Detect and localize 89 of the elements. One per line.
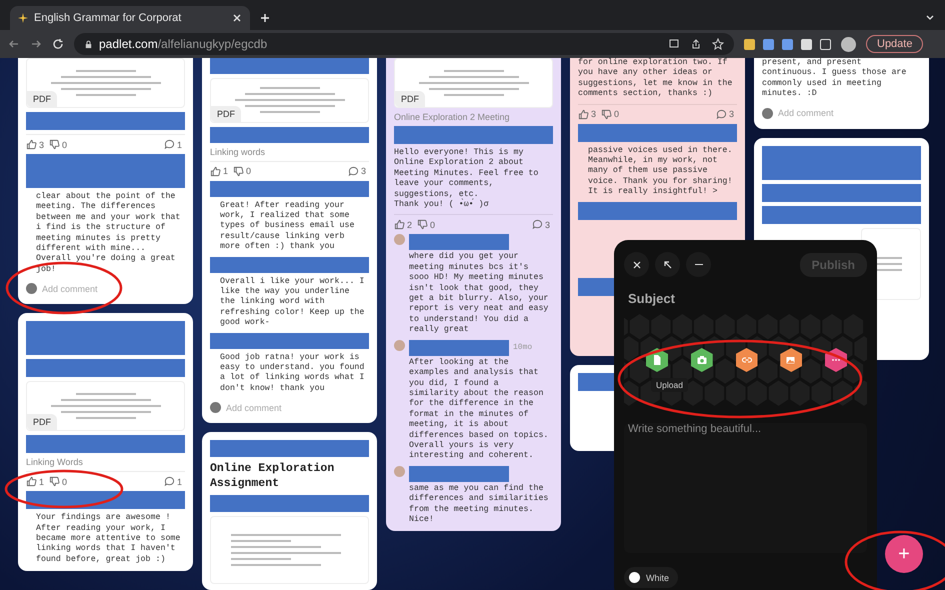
- upload-tooltip: Upload: [651, 378, 688, 392]
- like-count: 1: [39, 476, 44, 487]
- like-count: 2: [407, 220, 412, 230]
- comment-text: Great! After reading your work, I realized that some types of business email use result/cause linking verb more often :) thank you: [219, 200, 356, 253]
- document-thumbnail[interactable]: PDF: [26, 381, 185, 432]
- dislike-count: 0: [62, 140, 68, 150]
- subject-field[interactable]: Subject: [624, 291, 867, 306]
- minimize-icon: [694, 264, 702, 266]
- comment-icon[interactable]: [164, 476, 175, 488]
- bookmark-star-icon[interactable]: [712, 38, 724, 50]
- document-thumbnail[interactable]: [210, 516, 369, 584]
- like-count: 3: [39, 140, 44, 150]
- pdf-badge: PDF: [211, 106, 241, 122]
- comment-text: passive voices used in there. Meanwhile, in my work, not many of them use passive voice. Thank you for sharing! It is really insightful! >: [587, 146, 734, 198]
- share-icon[interactable]: [690, 38, 702, 50]
- avatar-circle: [394, 466, 405, 477]
- profile-avatar[interactable]: [841, 36, 856, 52]
- post-text: present, and present continuous. I guess those are commonly used in meeting minutes. :D: [762, 58, 908, 100]
- thumbs-up-icon[interactable]: [26, 476, 37, 488]
- thumbs-down-icon[interactable]: [49, 476, 60, 488]
- pdf-badge: PDF: [27, 414, 57, 430]
- attachment-caption: Linking words: [210, 146, 266, 157]
- dislike-count: 0: [614, 109, 620, 120]
- post-body-field[interactable]: Write something beautiful...: [624, 423, 867, 553]
- thumbs-up-icon[interactable]: [210, 166, 221, 177]
- expand-button[interactable]: [655, 252, 680, 277]
- update-button[interactable]: Update: [866, 35, 924, 53]
- post-title: Online Exploration Assignment: [210, 461, 336, 492]
- pdf-badge: PDF: [27, 91, 57, 107]
- comment-count: 1: [176, 476, 182, 487]
- attachment-caption: Online Exploration 2 Meeting: [394, 112, 511, 122]
- comment-text: Your findings are awesome ! After reading your work, I became more attentive to some linking words that I haven't found before, great job :): [35, 513, 182, 566]
- like-count: 3: [591, 109, 596, 120]
- lock-icon[interactable]: [84, 40, 93, 48]
- comment-icon[interactable]: [348, 166, 359, 177]
- comment-count: 1: [176, 140, 182, 150]
- forward-icon[interactable]: [30, 38, 42, 50]
- install-icon[interactable]: [668, 38, 680, 50]
- close-button[interactable]: [624, 252, 649, 277]
- dislike-count: 0: [62, 476, 68, 487]
- close-icon[interactable]: [232, 13, 242, 23]
- thumbs-down-icon[interactable]: [601, 108, 612, 120]
- comment-count: 3: [728, 109, 734, 120]
- back-icon[interactable]: [8, 38, 20, 50]
- post-text: for online exploration two. If you have any other ideas or suggestions, let me know in the comments section, thanks :): [578, 58, 734, 100]
- color-toggle[interactable]: White: [624, 567, 678, 588]
- avatar-circle: [26, 283, 37, 294]
- close-icon: [632, 260, 642, 270]
- comment-text: where did you get your meeting minutes bcs it's sooo HD! My meeting minutes isn't look that good, they get a bit blurry. Also, your report is very neat and easy to understand! You did a really great: [409, 252, 550, 336]
- reload-icon[interactable]: [52, 38, 64, 50]
- comment-icon[interactable]: [164, 139, 175, 150]
- comment-time: 10mo: [513, 343, 532, 352]
- document-thumbnail[interactable]: PDF: [26, 58, 185, 108]
- avatar-circle: [210, 402, 221, 414]
- thumbs-down-icon[interactable]: [49, 139, 60, 150]
- sparkle-icon: [18, 13, 28, 23]
- arrow-icon: [662, 260, 672, 270]
- pdf-badge: PDF: [395, 91, 425, 107]
- avatar-circle: [762, 108, 773, 119]
- comment-text: After looking at the examples and analysis that you did, I found a similarity about the reason for the difference in the format in the minutes of meeting, it is about differences based on topics. Overall yours is very interesting and coherent.: [409, 358, 550, 462]
- document-thumbnail[interactable]: PDF: [210, 78, 369, 123]
- camera-icon: [696, 354, 708, 366]
- thumbs-up-icon[interactable]: [26, 139, 37, 150]
- comment-icon[interactable]: [532, 219, 543, 230]
- thumbs-up-icon[interactable]: [578, 108, 589, 120]
- address-field[interactable]: padlet.com/alfelianugkyp/egcdb: [74, 33, 734, 55]
- comment-text: Overall i like your work... I like the way you underline the linking word with refreshing color! Keep up the good work-: [219, 276, 366, 329]
- comment-count: 3: [360, 166, 366, 176]
- dislike-count: 0: [430, 220, 436, 230]
- avatar-circle: [394, 340, 405, 351]
- new-tab-icon[interactable]: [260, 13, 270, 23]
- like-count: 1: [223, 166, 228, 176]
- post-text: Hello everyone! This is my Online Exploration 2 about Meeting Minutes. Feel free to leave your comments, suggestions, etc. Thank you! ( •̀ω•́ )σ: [394, 148, 540, 210]
- attachment-caption: Linking Words: [26, 457, 84, 468]
- avatar-circle: [394, 234, 405, 246]
- add-post-button[interactable]: +: [885, 535, 923, 573]
- dislike-count: 0: [246, 166, 252, 176]
- thumbs-up-icon[interactable]: [394, 219, 405, 230]
- tab-title: English Grammar for Corporat: [34, 12, 182, 24]
- browser-tab[interactable]: English Grammar for Corporat: [10, 6, 250, 30]
- comment-icon[interactable]: [716, 108, 727, 120]
- thumbs-down-icon[interactable]: [233, 166, 244, 177]
- comment-count: 3: [544, 220, 550, 230]
- document-thumbnail[interactable]: PDF: [394, 58, 553, 108]
- comment-text: same as me you can find the differences and similarities from the meeting minutes. Nice!: [409, 484, 550, 526]
- thumbs-down-icon[interactable]: [417, 219, 428, 230]
- image-icon: [785, 354, 798, 366]
- comment-text: clear about the point of the meeting. The differences between me and your work that i find is the structure of meeting minutes is pretty different with mine... Overall you're doing a great job!: [35, 192, 182, 276]
- comment-text: Good job ratna! your work is easy to understand. you found a lot of linking words what I don't know! thank you: [219, 352, 366, 394]
